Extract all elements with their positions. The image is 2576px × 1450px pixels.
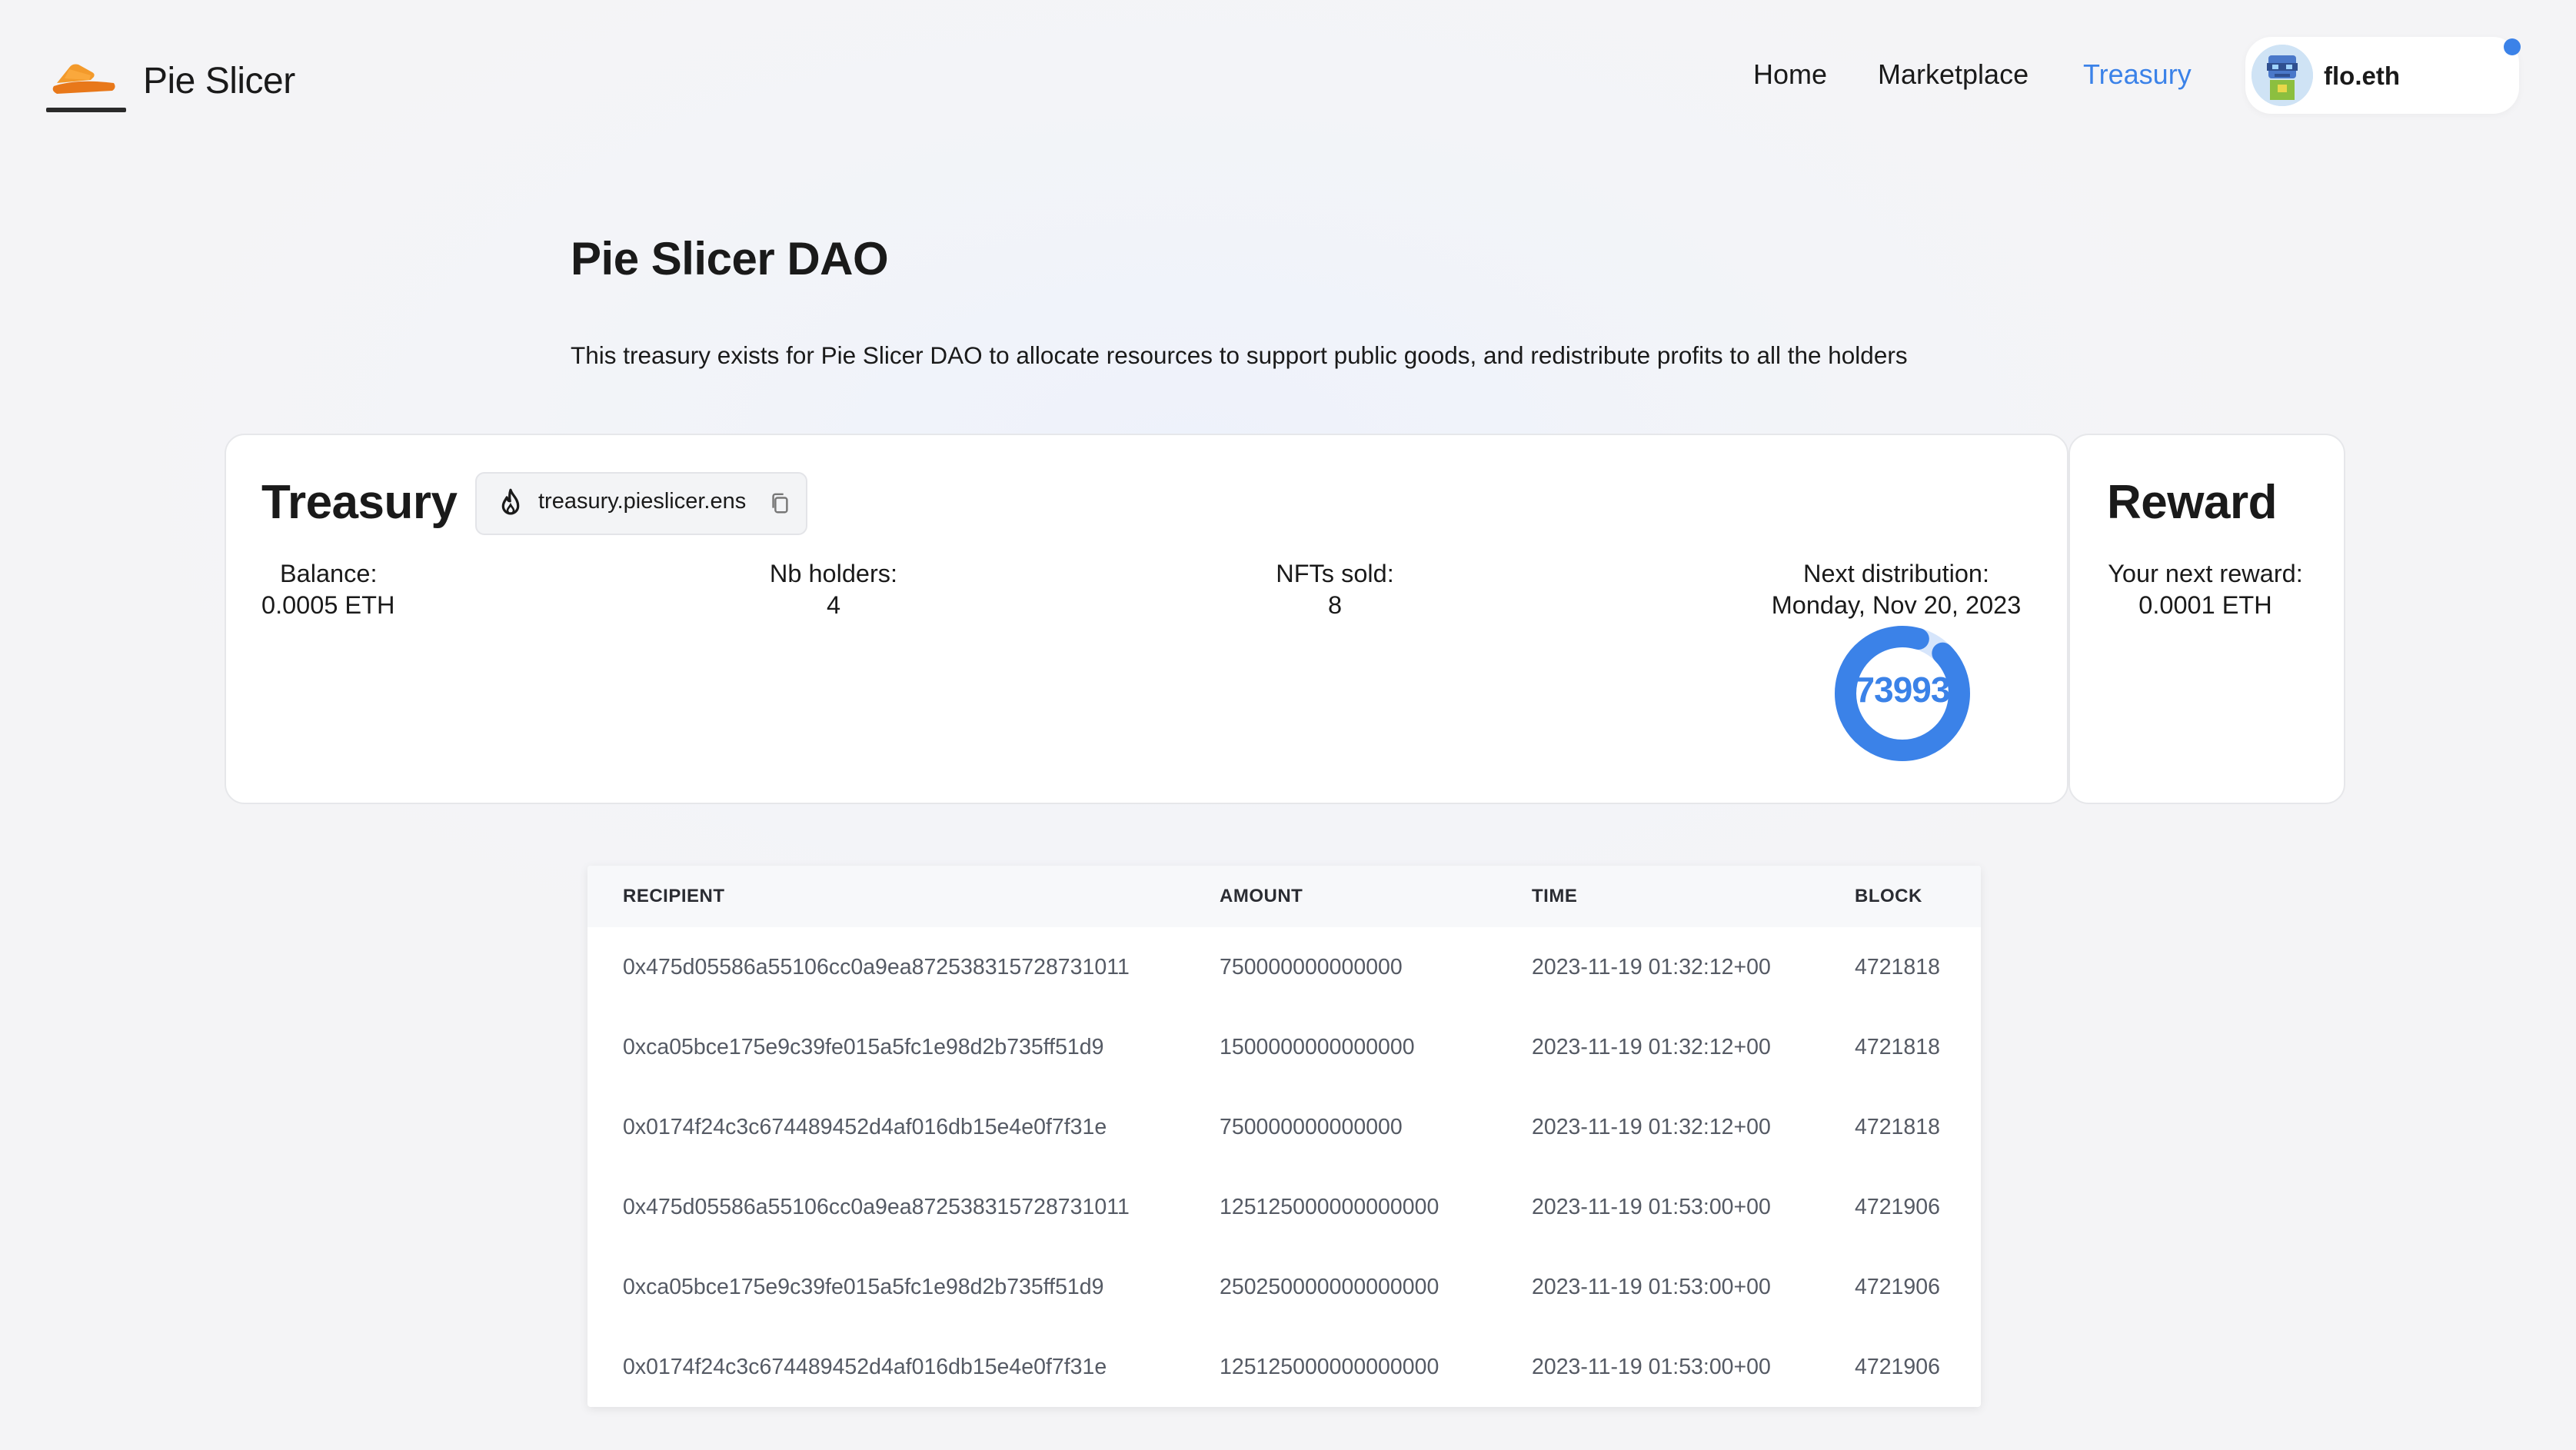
page-description: This treasury exists for Pie Slicer DAO … — [571, 341, 1908, 369]
table-row: 0x0174f24c3c674489452d4af016db15e4e0f7f3… — [587, 1087, 1981, 1167]
block-cell: 4721906 — [1855, 1354, 1940, 1379]
next-reward-value: 0.0001 ETH — [2138, 591, 2272, 619]
treasury-title: Treasury — [261, 476, 458, 529]
next-distribution-stat: Next distribution: Monday, Nov 20, 2023 — [1756, 558, 2036, 621]
amount-cell: 750000000000000 — [1220, 1114, 1403, 1139]
table-row: 0xca05bce175e9c39fe015a5fc1e98d2b735ff51… — [587, 1007, 1981, 1087]
pie-slicer-logo-icon — [52, 64, 115, 94]
reward-title: Reward — [2107, 476, 2277, 529]
column-header-time: TIME — [1532, 886, 1578, 906]
nfts-sold-label: NFTs sold: — [1276, 560, 1394, 587]
holders-stat: Nb holders: 4 — [757, 558, 910, 621]
block-cell: 4721818 — [1855, 1034, 1940, 1059]
distributions-table: RECIPIENT AMOUNT TIME BLOCK 0x475d05586a… — [587, 866, 1981, 1407]
avatar — [2252, 45, 2313, 106]
column-header-recipient: RECIPIENT — [623, 886, 725, 906]
time-cell: 2023-11-19 01:53:00+00 — [1532, 1354, 1771, 1379]
table-row: 0x0174f24c3c674489452d4af016db15e4e0f7f3… — [587, 1327, 1981, 1407]
nav-treasury[interactable]: Treasury — [2083, 58, 2192, 91]
column-header-amount: AMOUNT — [1220, 886, 1303, 906]
balance-stat: Balance: 0.0005 ETH — [261, 558, 400, 621]
nav-marketplace[interactable]: Marketplace — [1878, 58, 2029, 91]
nfts-sold-stat: NFTs sold: 8 — [1258, 558, 1412, 621]
notification-dot — [2504, 38, 2521, 55]
account-name: flo.eth — [2324, 62, 2400, 90]
robot-avatar-icon — [2252, 45, 2313, 106]
balance-label: Balance: — [280, 560, 378, 587]
recipient-cell: 0xca05bce175e9c39fe015a5fc1e98d2b735ff51… — [623, 1034, 1104, 1059]
amount-cell: 125125000000000000 — [1220, 1194, 1439, 1219]
table-header-row: RECIPIENT AMOUNT TIME BLOCK — [587, 866, 1981, 927]
time-cell: 2023-11-19 01:32:12+00 — [1532, 1034, 1771, 1059]
amount-cell: 750000000000000 — [1220, 954, 1403, 979]
treasury-card: Treasury treasury.pieslicer.ens Balance:… — [225, 434, 2068, 804]
table-row: 0x475d05586a55106cc0a9ea8725383157287310… — [587, 927, 1981, 1007]
brand-logo[interactable] — [46, 52, 126, 112]
brand-name[interactable]: Pie Slicer — [143, 60, 295, 102]
recipient-cell: 0x475d05586a55106cc0a9ea8725383157287310… — [623, 954, 1130, 979]
block-cell: 4721818 — [1855, 1114, 1940, 1139]
ens-address: treasury.pieslicer.ens — [538, 489, 747, 514]
block-cell: 4721906 — [1855, 1274, 1940, 1299]
amount-cell: 1500000000000000 — [1220, 1034, 1415, 1059]
next-distribution-date: Monday, Nov 20, 2023 — [1771, 591, 2022, 619]
nfts-sold-value: 8 — [1327, 591, 1343, 619]
column-header-block: BLOCK — [1855, 886, 1922, 906]
block-cell: 4721906 — [1855, 1194, 1940, 1219]
nav-home[interactable]: Home — [1753, 58, 1827, 91]
ens-address-chip[interactable]: treasury.pieslicer.ens — [475, 472, 807, 535]
recipient-cell: 0x475d05586a55106cc0a9ea8725383157287310… — [623, 1194, 1130, 1219]
time-cell: 2023-11-19 01:32:12+00 — [1532, 954, 1771, 979]
recipient-cell: 0x0174f24c3c674489452d4af016db15e4e0f7f3… — [623, 1114, 1107, 1139]
copy-icon[interactable] — [769, 492, 790, 515]
reward-card: Reward Your next reward: 0.0001 ETH — [2068, 434, 2345, 804]
table-row: 0x475d05586a55106cc0a9ea8725383157287310… — [587, 1167, 1981, 1247]
balance-value: 0.0005 ETH — [261, 591, 395, 619]
holders-value: 4 — [826, 591, 841, 619]
time-cell: 2023-11-19 01:53:00+00 — [1532, 1194, 1771, 1219]
next-distribution-label: Next distribution: — [1802, 560, 1990, 587]
countdown-ring: 73993 — [1832, 623, 1973, 764]
time-cell: 2023-11-19 01:53:00+00 — [1532, 1274, 1771, 1299]
holders-label: Nb holders: — [769, 560, 898, 587]
block-cell: 4721818 — [1855, 954, 1940, 979]
page-title: Pie Slicer DAO — [571, 233, 889, 284]
recipient-cell: 0x0174f24c3c674489452d4af016db15e4e0f7f3… — [623, 1354, 1107, 1379]
amount-cell: 125125000000000000 — [1220, 1354, 1439, 1379]
recipient-cell: 0xca05bce175e9c39fe015a5fc1e98d2b735ff51… — [623, 1274, 1104, 1299]
next-reward-label: Your next reward: — [2108, 560, 2303, 587]
next-reward-stat: Your next reward: 0.0001 ETH — [2104, 558, 2307, 621]
time-cell: 2023-11-19 01:32:12+00 — [1532, 1114, 1771, 1139]
countdown-seconds: 73993 — [1855, 670, 1951, 710]
logo-underline — [46, 108, 126, 112]
table-row: 0xca05bce175e9c39fe015a5fc1e98d2b735ff51… — [587, 1247, 1981, 1327]
flame-icon — [501, 488, 520, 515]
account-button[interactable]: flo.eth — [2245, 37, 2521, 114]
amount-cell: 250250000000000000 — [1220, 1274, 1439, 1299]
